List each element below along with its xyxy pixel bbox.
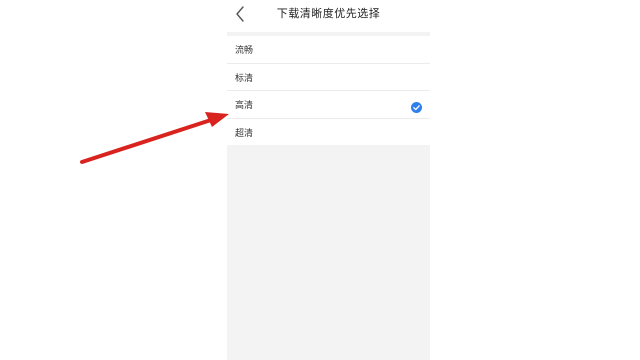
option-row-smooth[interactable]: 流畅 bbox=[227, 36, 430, 64]
option-label: 流畅 bbox=[235, 46, 254, 56]
option-row-high[interactable]: 高清 bbox=[227, 91, 430, 119]
top-bar: 下载清晰度优先选择 bbox=[227, 0, 430, 32]
option-label: 高清 bbox=[235, 101, 254, 111]
option-row-ultra[interactable]: 超清 bbox=[227, 119, 430, 146]
option-row-standard[interactable]: 标清 bbox=[227, 64, 430, 91]
page-title: 下载清晰度优先选择 bbox=[276, 7, 381, 20]
quality-option-list: 流畅 标清 高清 超清 bbox=[227, 36, 430, 145]
option-label: 超清 bbox=[235, 128, 254, 139]
phone-screen: 下载清晰度优先选择 流畅 标清 高清 超清 bbox=[227, 0, 430, 360]
option-label: 标清 bbox=[235, 73, 254, 84]
screenshot-stage: 下载清晰度优先选择 流畅 标清 高清 超清 bbox=[0, 0, 640, 360]
check-circle-icon bbox=[411, 98, 422, 113]
